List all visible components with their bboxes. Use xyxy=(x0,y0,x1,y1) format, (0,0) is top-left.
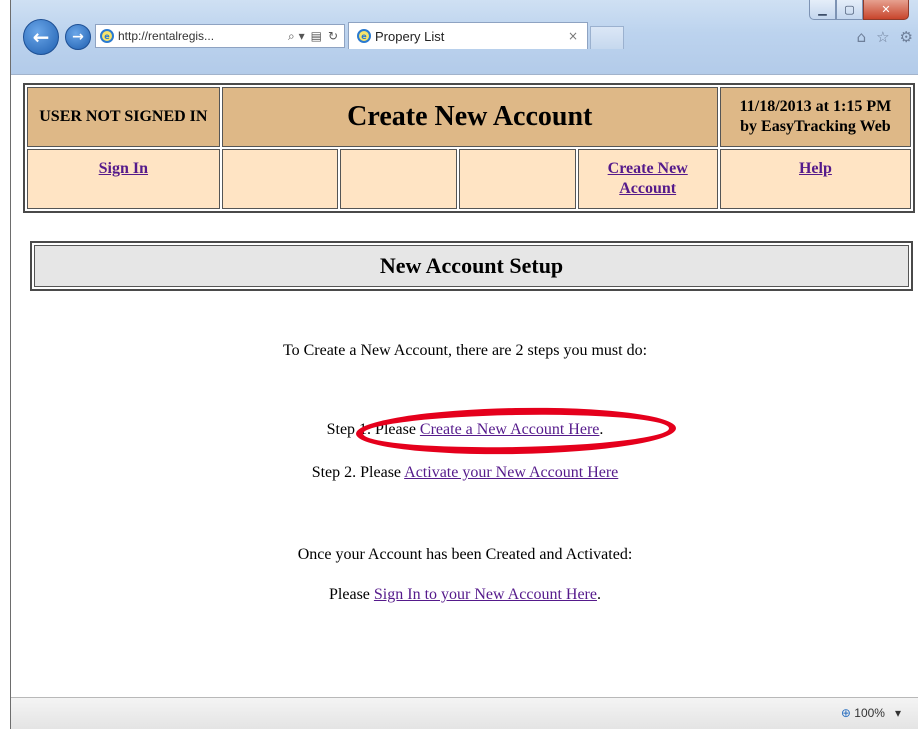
window-controls: ▁ ▢ ✕ xyxy=(809,0,909,20)
section-header: New Account Setup xyxy=(30,241,913,291)
menu-cell-sign-in: Sign In xyxy=(27,149,220,209)
back-button[interactable]: ← xyxy=(23,19,59,55)
page-content: USER NOT SIGNED IN Create New Account 11… xyxy=(11,74,918,698)
sign-in-prefix: Please xyxy=(329,586,374,603)
create-link-line2: Account xyxy=(619,180,677,197)
sign-in-link[interactable]: Sign In xyxy=(99,159,148,179)
step-2: Step 2. Please Activate your New Account… xyxy=(11,464,918,482)
favorites-icon[interactable]: ☆ xyxy=(876,28,889,46)
settings-gear-icon[interactable]: ⚙ xyxy=(900,28,913,46)
address-bar[interactable]: e http://rentalregis... ⌕ ▾ ▤ ↻ xyxy=(95,24,345,48)
menu-cell-help: Help xyxy=(719,149,911,209)
page-title: Create New Account xyxy=(221,87,718,147)
step-1: Step 1. Please Create a New Account Here… xyxy=(11,421,918,439)
menu-cell-empty-1 xyxy=(221,149,339,209)
tab-close-icon[interactable]: × xyxy=(568,29,587,43)
browser-toolbar-icons: ⌂ ☆ ⚙ xyxy=(857,28,913,46)
step-1-suffix: . xyxy=(599,421,604,438)
sign-in-account-link[interactable]: Sign In to your New Account Here xyxy=(374,586,597,603)
user-status: USER NOT SIGNED IN xyxy=(27,87,220,147)
create-new-account-link[interactable]: Create New Account xyxy=(608,159,688,199)
create-account-link[interactable]: Create a New Account Here xyxy=(420,421,599,438)
sign-in-line: Please Sign In to your New Account Here. xyxy=(11,586,918,604)
activate-account-link[interactable]: Activate your New Account Here xyxy=(404,464,618,481)
home-icon[interactable]: ⌂ xyxy=(857,28,867,46)
header-table: USER NOT SIGNED IN Create New Account 11… xyxy=(23,83,915,213)
maximize-button[interactable]: ▢ xyxy=(836,0,863,20)
new-tab-button[interactable] xyxy=(590,26,624,49)
close-button[interactable]: ✕ xyxy=(863,0,909,20)
tab-ie-icon: e xyxy=(357,29,371,43)
tab-propery-list[interactable]: e Propery List × xyxy=(348,22,588,49)
date-stamp: 11/18/2013 at 1:15 PM by EasyTracking We… xyxy=(719,87,911,147)
minimize-button[interactable]: ▁ xyxy=(809,0,836,20)
step-2-prefix: Step 2. Please xyxy=(311,464,405,481)
forward-button[interactable]: → xyxy=(65,24,91,50)
browser-window: ▁ ▢ ✕ ← → e http://rentalregis... ⌕ ▾ ▤ … xyxy=(10,0,918,729)
tab-label: Propery List xyxy=(375,28,445,44)
zoom-icon: ⊕ xyxy=(840,706,851,720)
help-link[interactable]: Help xyxy=(799,159,832,179)
refresh-icon[interactable]: ↻ xyxy=(328,29,338,44)
zoom-dropdown-icon[interactable]: ▾ xyxy=(895,706,901,720)
date-line: 11/18/2013 at 1:15 PM xyxy=(739,98,892,115)
zoom-control[interactable]: ⊕ 100% ▾ xyxy=(841,706,901,720)
create-link-line1: Create New xyxy=(607,160,688,177)
intro-text: To Create a New Account, there are 2 ste… xyxy=(282,342,648,359)
zoom-level: 100% xyxy=(854,706,885,720)
search-icon[interactable]: ⌕ ▾ xyxy=(288,29,305,44)
app-credit: by EasyTracking Web xyxy=(740,118,891,135)
section-title: New Account Setup xyxy=(34,245,909,287)
ie-page-icon: e xyxy=(100,29,114,43)
step-1-prefix: Step 1. Please xyxy=(326,421,420,438)
once-text: Once your Account has been Created and A… xyxy=(297,546,633,563)
compatibility-view-icon[interactable]: ▤ xyxy=(311,29,322,44)
menu-cell-empty-3 xyxy=(458,149,576,209)
title-bar: ▁ ▢ ✕ ← → e http://rentalregis... ⌕ ▾ ▤ … xyxy=(11,0,918,74)
url-text[interactable]: http://rentalregis... xyxy=(118,29,288,43)
menu-cell-empty-2 xyxy=(340,149,457,209)
sign-in-suffix: . xyxy=(596,586,601,603)
zoom-value[interactable]: ⊕ 100% xyxy=(841,706,885,720)
menu-cell-create: Create New Account xyxy=(577,149,718,209)
status-bar: ⊕ 100% ▾ xyxy=(11,697,918,729)
address-tools: ⌕ ▾ ▤ ↻ xyxy=(288,29,344,44)
